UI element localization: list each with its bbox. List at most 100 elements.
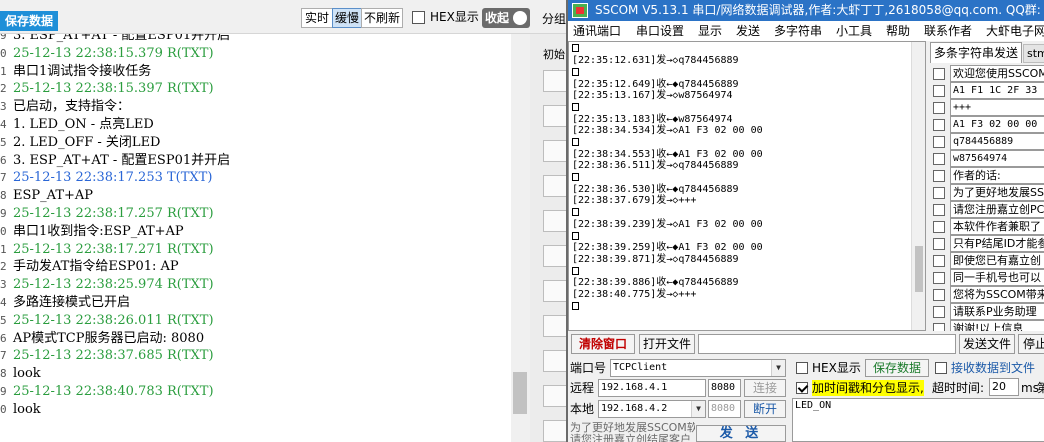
mode-no-refresh-button[interactable]: 不刷新: [361, 8, 403, 28]
local-ip-select[interactable]: 192.168.4.2 ▼: [598, 400, 706, 418]
multi-string-input[interactable]: w87564974: [950, 150, 1044, 167]
log-line: 7 25-12-13 22:38:17.253 T(TXT): [0, 169, 511, 187]
multi-string-checkbox[interactable]: [933, 238, 945, 250]
remote-port-input[interactable]: 8080: [708, 379, 741, 397]
stop-button[interactable]: 停止: [1018, 334, 1044, 354]
port-label: 端口号: [570, 361, 607, 375]
chevron-down-icon[interactable]: ▼: [771, 360, 785, 376]
multi-string-checkbox[interactable]: [933, 187, 945, 199]
line-number: 3: [0, 278, 7, 292]
menu-item[interactable]: 显示: [698, 21, 722, 41]
line-number: 6: [0, 331, 7, 345]
multi-string-checkbox[interactable]: [933, 272, 945, 284]
port-value: TCPClient: [613, 362, 668, 373]
tab-multi-string-send[interactable]: 多条字符串发送: [930, 42, 1022, 63]
multi-string-input[interactable]: 请您注册嘉立创PC: [950, 201, 1044, 218]
menu-item[interactable]: 大虾电子网: [986, 21, 1044, 41]
side-checkbox[interactable]: [543, 245, 568, 267]
menu-item[interactable]: 通讯端口: [573, 21, 621, 41]
multi-string-input[interactable]: 谢谢!以上信息: [950, 320, 1044, 331]
side-checkbox[interactable]: [543, 385, 568, 407]
multi-string-input[interactable]: +++: [950, 99, 1044, 116]
receive-line: [572, 68, 579, 78]
multi-string-input[interactable]: A1 F1 1C 2F 33: [950, 82, 1044, 99]
side-checkbox[interactable]: [543, 350, 568, 372]
multi-string-input[interactable]: 您将为SSCOM带来: [950, 286, 1044, 303]
clear-window-button[interactable]: 清除窗口: [571, 334, 635, 354]
send-button[interactable]: 发 送: [696, 425, 786, 442]
multi-string-checkbox[interactable]: [933, 68, 945, 80]
multi-string-input[interactable]: 欢迎您使用SSCOM: [950, 65, 1044, 82]
send-file-button[interactable]: 发送文件: [959, 334, 1015, 354]
side-checkbox[interactable]: [543, 175, 568, 197]
log-scroll-thumb[interactable]: [513, 372, 527, 414]
multi-string-checkbox[interactable]: [933, 289, 945, 301]
multi-string-checkbox[interactable]: [933, 221, 945, 233]
side-checkbox[interactable]: [543, 280, 568, 302]
menu-item[interactable]: 发送: [736, 21, 760, 41]
send-input[interactable]: LED_ON: [792, 398, 1044, 442]
hex-display-checkbox[interactable]: [412, 11, 425, 24]
multi-string-checkbox[interactable]: [933, 306, 945, 318]
multi-string-checkbox[interactable]: [933, 204, 945, 216]
receive-scrollbar[interactable]: [911, 42, 925, 330]
multi-string-checkbox[interactable]: [933, 323, 945, 331]
multi-string-input[interactable]: 作者的话:: [950, 167, 1044, 184]
side-checkbox[interactable]: [543, 420, 568, 442]
multi-string-input[interactable]: A1 F3 02 00 00: [950, 116, 1044, 133]
window-title: SSCOM V5.13.1 串口/网络数据调试器,作者:大虾丁丁,2618058…: [595, 3, 1044, 17]
multi-string-input[interactable]: 即使您已有嘉立创: [950, 252, 1044, 269]
receive-line: [22:35:13.183]收←◆w87564974: [572, 114, 733, 125]
multi-string-checkbox[interactable]: [933, 85, 945, 97]
hex-display-checkbox[interactable]: [796, 362, 808, 374]
multi-string-checkbox[interactable]: [933, 170, 945, 182]
multi-string-input[interactable]: 本软件作者兼职了: [950, 218, 1044, 235]
multi-string-checkbox[interactable]: [933, 102, 945, 114]
recv-to-file-checkbox[interactable]: [935, 362, 947, 374]
port-select[interactable]: TCPClient ▼: [610, 359, 786, 377]
menu-item[interactable]: 多字符串: [774, 21, 822, 41]
side-checkbox[interactable]: [543, 210, 568, 232]
multi-string-input[interactable]: 请联系P业务助理: [950, 303, 1044, 320]
title-bar[interactable]: SSCOM V5.13.1 串口/网络数据调试器,作者:大虾丁丁,2618058…: [568, 0, 1044, 21]
log-view[interactable]: 9 3. ESP_AT+AT - 配置ESP01并开启 0 25-12-13 22:3…: [0, 34, 511, 442]
timestamp-checkbox[interactable]: [796, 382, 808, 394]
collapse-toggle[interactable]: 收起: [482, 8, 530, 28]
menu-item[interactable]: 小工具: [836, 21, 872, 41]
multi-string-input[interactable]: 只有P结尾ID才能参: [950, 235, 1044, 252]
menu-item[interactable]: 串口设置: [636, 21, 684, 41]
multi-string-input[interactable]: 为了更好地发展SS: [950, 184, 1044, 201]
side-checkbox[interactable]: [543, 70, 568, 92]
multi-string-input[interactable]: 同一手机号也可以: [950, 269, 1044, 286]
line-number: 5: [0, 135, 7, 149]
connect-button[interactable]: 连接: [744, 379, 786, 397]
menu-item[interactable]: 联系作者: [924, 21, 972, 41]
log-line: 5 2. LED_OFF - 关闭LED: [0, 134, 511, 152]
side-checkbox[interactable]: [543, 315, 568, 337]
receive-area[interactable]: [22:35:12.631]发→◇q784456889 [22:35:12.649…: [568, 41, 926, 331]
save-data-button[interactable]: 保存数据: [865, 359, 929, 377]
log-scrollbar[interactable]: [511, 34, 530, 442]
chevron-down-icon[interactable]: ▼: [691, 401, 705, 417]
side-checkbox[interactable]: [543, 140, 568, 162]
timeout-input[interactable]: 20: [989, 378, 1019, 396]
menu-item[interactable]: 帮助: [886, 21, 910, 41]
multi-string-checkbox[interactable]: [933, 136, 945, 148]
save-data-button[interactable]: 保存数据: [0, 11, 59, 31]
mode-buffer-button[interactable]: 缓慢: [332, 8, 362, 28]
multi-string-checkbox[interactable]: [933, 119, 945, 131]
receive-scroll-thumb[interactable]: [915, 246, 923, 292]
mode-realtime-button[interactable]: 实时: [301, 8, 333, 28]
multi-string-checkbox[interactable]: [933, 153, 945, 165]
multi-string-input[interactable]: q784456889: [950, 133, 1044, 150]
local-port-input[interactable]: 8080: [708, 400, 741, 418]
multi-string-checkbox[interactable]: [933, 255, 945, 267]
side-checkbox[interactable]: [543, 105, 568, 127]
line-number: 6: [0, 153, 7, 167]
tab-stm[interactable]: stm: [1023, 44, 1044, 63]
log-text: 3. ESP_AT+AT - 配置ESP01并开启: [13, 152, 231, 168]
disconnect-button[interactable]: 断开: [744, 400, 786, 418]
open-file-button[interactable]: 打开文件: [639, 334, 695, 354]
remote-ip-input[interactable]: 192.168.4.1: [598, 379, 706, 397]
file-path-input[interactable]: [698, 334, 956, 354]
